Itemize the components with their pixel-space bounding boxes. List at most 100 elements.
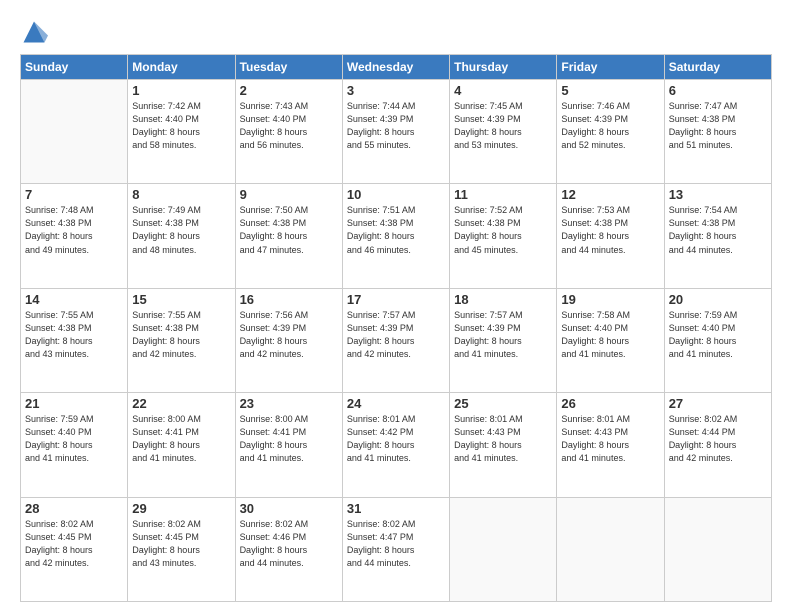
- day-info: Sunrise: 7:48 AMSunset: 4:38 PMDaylight:…: [25, 204, 123, 256]
- weekday-sunday: Sunday: [21, 55, 128, 80]
- day-info: Sunrise: 8:00 AMSunset: 4:41 PMDaylight:…: [132, 413, 230, 465]
- day-number: 6: [669, 83, 767, 98]
- calendar-cell: 21 Sunrise: 7:59 AMSunset: 4:40 PMDayligh…: [21, 393, 128, 497]
- day-info: Sunrise: 7:54 AMSunset: 4:38 PMDaylight:…: [669, 204, 767, 256]
- calendar-row-2: 14 Sunrise: 7:55 AMSunset: 4:38 PMDayligh…: [21, 288, 772, 392]
- calendar-cell: 3 Sunrise: 7:44 AMSunset: 4:39 PMDaylight…: [342, 80, 449, 184]
- calendar-cell: 20 Sunrise: 7:59 AMSunset: 4:40 PMDayligh…: [664, 288, 771, 392]
- calendar-row-1: 7 Sunrise: 7:48 AMSunset: 4:38 PMDaylight…: [21, 184, 772, 288]
- calendar-cell: [557, 497, 664, 601]
- day-number: 7: [25, 187, 123, 202]
- calendar-cell: 13 Sunrise: 7:54 AMSunset: 4:38 PMDayligh…: [664, 184, 771, 288]
- day-info: Sunrise: 8:02 AMSunset: 4:45 PMDaylight:…: [132, 518, 230, 570]
- day-info: Sunrise: 7:49 AMSunset: 4:38 PMDaylight:…: [132, 204, 230, 256]
- day-number: 28: [25, 501, 123, 516]
- weekday-saturday: Saturday: [664, 55, 771, 80]
- weekday-tuesday: Tuesday: [235, 55, 342, 80]
- day-number: 10: [347, 187, 445, 202]
- calendar-cell: 18 Sunrise: 7:57 AMSunset: 4:39 PMDayligh…: [450, 288, 557, 392]
- day-number: 18: [454, 292, 552, 307]
- calendar-table: SundayMondayTuesdayWednesdayThursdayFrid…: [20, 54, 772, 602]
- calendar-cell: 7 Sunrise: 7:48 AMSunset: 4:38 PMDaylight…: [21, 184, 128, 288]
- day-info: Sunrise: 8:01 AMSunset: 4:43 PMDaylight:…: [454, 413, 552, 465]
- day-number: 15: [132, 292, 230, 307]
- calendar-cell: 6 Sunrise: 7:47 AMSunset: 4:38 PMDaylight…: [664, 80, 771, 184]
- calendar-cell: 16 Sunrise: 7:56 AMSunset: 4:39 PMDayligh…: [235, 288, 342, 392]
- day-info: Sunrise: 7:51 AMSunset: 4:38 PMDaylight:…: [347, 204, 445, 256]
- day-number: 3: [347, 83, 445, 98]
- calendar-cell: 2 Sunrise: 7:43 AMSunset: 4:40 PMDaylight…: [235, 80, 342, 184]
- day-info: Sunrise: 7:59 AMSunset: 4:40 PMDaylight:…: [669, 309, 767, 361]
- calendar-cell: 9 Sunrise: 7:50 AMSunset: 4:38 PMDaylight…: [235, 184, 342, 288]
- calendar-cell: 24Sunrise: 8:01 AMSunset: 4:42 PMDayligh…: [342, 393, 449, 497]
- calendar-cell: 8 Sunrise: 7:49 AMSunset: 4:38 PMDaylight…: [128, 184, 235, 288]
- day-number: 2: [240, 83, 338, 98]
- day-info: Sunrise: 7:47 AMSunset: 4:38 PMDaylight:…: [669, 100, 767, 152]
- calendar-cell: 28 Sunrise: 8:02 AMSunset: 4:45 PMDayligh…: [21, 497, 128, 601]
- day-number: 31: [347, 501, 445, 516]
- header: [20, 18, 772, 46]
- day-info: Sunrise: 8:01 AMSunset: 4:43 PMDaylight:…: [561, 413, 659, 465]
- calendar-cell: 26Sunrise: 8:01 AMSunset: 4:43 PMDayligh…: [557, 393, 664, 497]
- calendar-cell: [664, 497, 771, 601]
- day-number: 22: [132, 396, 230, 411]
- calendar-cell: 15 Sunrise: 7:55 AMSunset: 4:38 PMDayligh…: [128, 288, 235, 392]
- day-info: Sunrise: 8:02 AMSunset: 4:45 PMDaylight:…: [25, 518, 123, 570]
- day-number: 17: [347, 292, 445, 307]
- weekday-thursday: Thursday: [450, 55, 557, 80]
- calendar-cell: 17 Sunrise: 7:57 AMSunset: 4:39 PMDayligh…: [342, 288, 449, 392]
- day-number: 11: [454, 187, 552, 202]
- day-number: 8: [132, 187, 230, 202]
- day-number: 30: [240, 501, 338, 516]
- day-number: 4: [454, 83, 552, 98]
- calendar-cell: 12 Sunrise: 7:53 AMSunset: 4:38 PMDayligh…: [557, 184, 664, 288]
- calendar-cell: 30Sunrise: 8:02 AMSunset: 4:46 PMDayligh…: [235, 497, 342, 601]
- calendar-row-4: 28 Sunrise: 8:02 AMSunset: 4:45 PMDayligh…: [21, 497, 772, 601]
- logo: [20, 18, 52, 46]
- day-number: 27: [669, 396, 767, 411]
- day-info: Sunrise: 7:55 AMSunset: 4:38 PMDaylight:…: [132, 309, 230, 361]
- day-number: 14: [25, 292, 123, 307]
- day-number: 12: [561, 187, 659, 202]
- day-info: Sunrise: 7:45 AMSunset: 4:39 PMDaylight:…: [454, 100, 552, 152]
- day-info: Sunrise: 7:57 AMSunset: 4:39 PMDaylight:…: [454, 309, 552, 361]
- day-number: 16: [240, 292, 338, 307]
- day-number: 9: [240, 187, 338, 202]
- weekday-monday: Monday: [128, 55, 235, 80]
- calendar-cell: 31Sunrise: 8:02 AMSunset: 4:47 PMDayligh…: [342, 497, 449, 601]
- day-number: 25: [454, 396, 552, 411]
- day-info: Sunrise: 7:46 AMSunset: 4:39 PMDaylight:…: [561, 100, 659, 152]
- logo-icon: [20, 18, 48, 46]
- day-number: 5: [561, 83, 659, 98]
- day-info: Sunrise: 7:42 AMSunset: 4:40 PMDaylight:…: [132, 100, 230, 152]
- day-number: 20: [669, 292, 767, 307]
- calendar-cell: 25 Sunrise: 8:01 AMSunset: 4:43 PMDayligh…: [450, 393, 557, 497]
- weekday-header: SundayMondayTuesdayWednesdayThursdayFrid…: [21, 55, 772, 80]
- day-number: 19: [561, 292, 659, 307]
- day-number: 21: [25, 396, 123, 411]
- day-info: Sunrise: 7:58 AMSunset: 4:40 PMDaylight:…: [561, 309, 659, 361]
- day-info: Sunrise: 8:02 AMSunset: 4:44 PMDaylight:…: [669, 413, 767, 465]
- calendar-cell: 19 Sunrise: 7:58 AMSunset: 4:40 PMDayligh…: [557, 288, 664, 392]
- calendar-cell: [21, 80, 128, 184]
- calendar-cell: 23Sunrise: 8:00 AMSunset: 4:41 PMDayligh…: [235, 393, 342, 497]
- day-info: Sunrise: 7:53 AMSunset: 4:38 PMDaylight:…: [561, 204, 659, 256]
- day-number: 1: [132, 83, 230, 98]
- day-info: Sunrise: 7:56 AMSunset: 4:39 PMDaylight:…: [240, 309, 338, 361]
- calendar-cell: 1 Sunrise: 7:42 AMSunset: 4:40 PMDaylight…: [128, 80, 235, 184]
- calendar-cell: 14Sunrise: 7:55 AMSunset: 4:38 PMDayligh…: [21, 288, 128, 392]
- day-info: Sunrise: 7:50 AMSunset: 4:38 PMDaylight:…: [240, 204, 338, 256]
- calendar-cell: 29Sunrise: 8:02 AMSunset: 4:45 PMDayligh…: [128, 497, 235, 601]
- page: SundayMondayTuesdayWednesdayThursdayFrid…: [0, 0, 792, 612]
- calendar-cell: 10 Sunrise: 7:51 AMSunset: 4:38 PMDayligh…: [342, 184, 449, 288]
- day-info: Sunrise: 7:44 AMSunset: 4:39 PMDaylight:…: [347, 100, 445, 152]
- day-number: 24: [347, 396, 445, 411]
- day-number: 13: [669, 187, 767, 202]
- calendar-cell: 4 Sunrise: 7:45 AMSunset: 4:39 PMDaylight…: [450, 80, 557, 184]
- day-info: Sunrise: 7:57 AMSunset: 4:39 PMDaylight:…: [347, 309, 445, 361]
- day-info: Sunrise: 7:43 AMSunset: 4:40 PMDaylight:…: [240, 100, 338, 152]
- weekday-wednesday: Wednesday: [342, 55, 449, 80]
- calendar-row-0: 1 Sunrise: 7:42 AMSunset: 4:40 PMDaylight…: [21, 80, 772, 184]
- calendar-cell: 22 Sunrise: 8:00 AMSunset: 4:41 PMDayligh…: [128, 393, 235, 497]
- day-info: Sunrise: 7:59 AMSunset: 4:40 PMDaylight:…: [25, 413, 123, 465]
